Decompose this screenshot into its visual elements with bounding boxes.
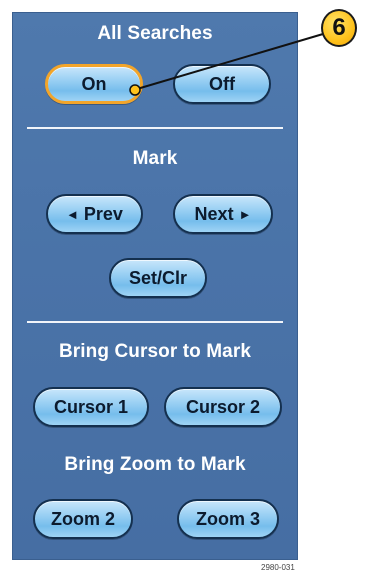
cursor-2-label: Cursor 2 (185, 396, 261, 417)
mark-set-clear-button[interactable]: Set/Clr (109, 258, 207, 298)
searches-off-button[interactable]: Off (173, 64, 271, 104)
cursor-1-button[interactable]: Cursor 1 (33, 387, 149, 427)
all-searches-title: All Searches (97, 23, 213, 44)
mark-title: Mark (132, 148, 178, 169)
zoom-2-button[interactable]: Zoom 2 (33, 499, 133, 539)
set-clear-label: Set/Clr (128, 267, 188, 288)
mark-next-button[interactable]: Next ► (173, 194, 273, 234)
divider (27, 127, 283, 129)
callout-number: 6 (332, 14, 346, 41)
cursor-1-label: Cursor 1 (53, 396, 129, 417)
callout-number-badge: 6 (321, 9, 357, 47)
left-arrow-icon: ◄ (66, 206, 79, 222)
divider (27, 321, 283, 323)
zoom-2-label: Zoom 2 (50, 508, 115, 529)
zoom-3-button[interactable]: Zoom 3 (177, 499, 279, 539)
searches-on-button[interactable]: On (45, 64, 143, 104)
off-label: Off (209, 73, 235, 94)
zoom-3-label: Zoom 3 (195, 508, 260, 529)
on-label: On (81, 73, 107, 94)
right-arrow-icon: ► (238, 206, 252, 222)
figure: All Searches On Off Mark ◄ Prev Next ► S… (0, 0, 365, 578)
prev-label: Prev (83, 203, 123, 224)
next-label: Next (194, 203, 234, 224)
cursor-2-button[interactable]: Cursor 2 (164, 387, 282, 427)
figure-id: 2980-031 (261, 563, 295, 572)
bring-cursor-to-mark-title: Bring Cursor to Mark (58, 341, 252, 362)
bring-zoom-to-mark-title: Bring Zoom to Mark (64, 454, 246, 475)
mark-prev-button[interactable]: ◄ Prev (46, 194, 143, 234)
search-control-panel: All Searches On Off Mark ◄ Prev Next ► S… (12, 12, 298, 560)
